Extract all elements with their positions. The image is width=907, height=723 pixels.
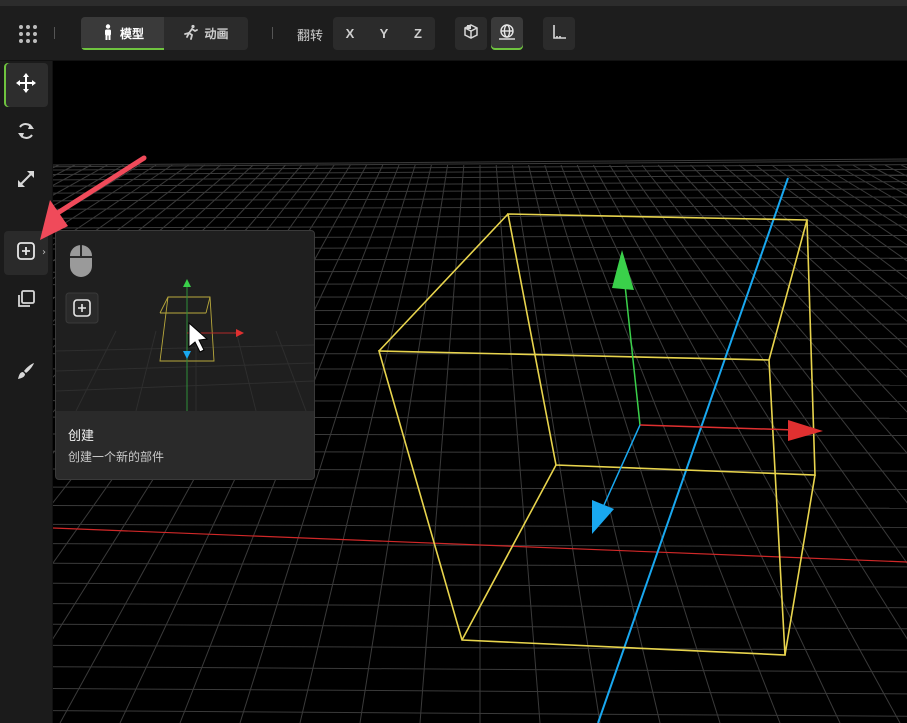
- tooltip-description: 创建一个新的部件: [68, 450, 165, 464]
- tool-sidebar: ›: [0, 61, 53, 723]
- toolbar-divider: [54, 27, 55, 39]
- top-toolbar: 模型 动画 翻转 X Y Z: [0, 6, 907, 61]
- rotate-tool-button[interactable]: [4, 111, 48, 155]
- flip-y-button[interactable]: Y: [367, 17, 401, 50]
- person-standing-icon: [101, 24, 115, 43]
- globe-grid-icon: [498, 23, 516, 45]
- tab-animation-label: 动画: [204, 27, 229, 41]
- globe-grid-button[interactable]: [491, 17, 523, 50]
- axis-corner-button[interactable]: [543, 17, 575, 50]
- flip-axis-group: X Y Z: [333, 17, 435, 50]
- scale-tool-button[interactable]: [4, 159, 48, 203]
- person-running-icon: [183, 24, 199, 43]
- rotate-icon: [15, 120, 37, 146]
- tab-model[interactable]: 模型: [81, 17, 164, 50]
- duplicate-tool-button[interactable]: [4, 279, 48, 323]
- flip-label: 翻转: [297, 29, 324, 44]
- cube-view-button[interactable]: [455, 17, 487, 50]
- tab-model-label: 模型: [119, 27, 144, 41]
- paint-tool-button[interactable]: [4, 351, 48, 395]
- plus-square-icon: [16, 241, 36, 265]
- tooltip-preview: [56, 231, 314, 412]
- move-tool-button[interactable]: [4, 63, 48, 107]
- copy-icon: [16, 289, 36, 313]
- scale-diagonal-icon: [15, 168, 37, 194]
- plus-square-icon: [65, 292, 99, 324]
- axis-corner-icon: [550, 23, 568, 45]
- cube-view-icon: [462, 23, 480, 45]
- tab-animation[interactable]: 动画: [164, 17, 248, 50]
- mode-tab-group: 模型 动画: [81, 17, 248, 50]
- flip-x-button[interactable]: X: [333, 17, 367, 50]
- create-tooltip: 创建 创建一个新的部件: [55, 230, 315, 480]
- chevron-right-icon: ›: [42, 247, 46, 258]
- toolbar-divider: [272, 27, 273, 39]
- brush-icon: [15, 360, 37, 386]
- flip-z-button[interactable]: Z: [401, 17, 435, 50]
- tooltip-title: 创建: [68, 429, 95, 444]
- mouse-icon: [70, 245, 92, 277]
- move-arrows-icon: [15, 72, 37, 98]
- grid-dots-icon[interactable]: [14, 20, 42, 48]
